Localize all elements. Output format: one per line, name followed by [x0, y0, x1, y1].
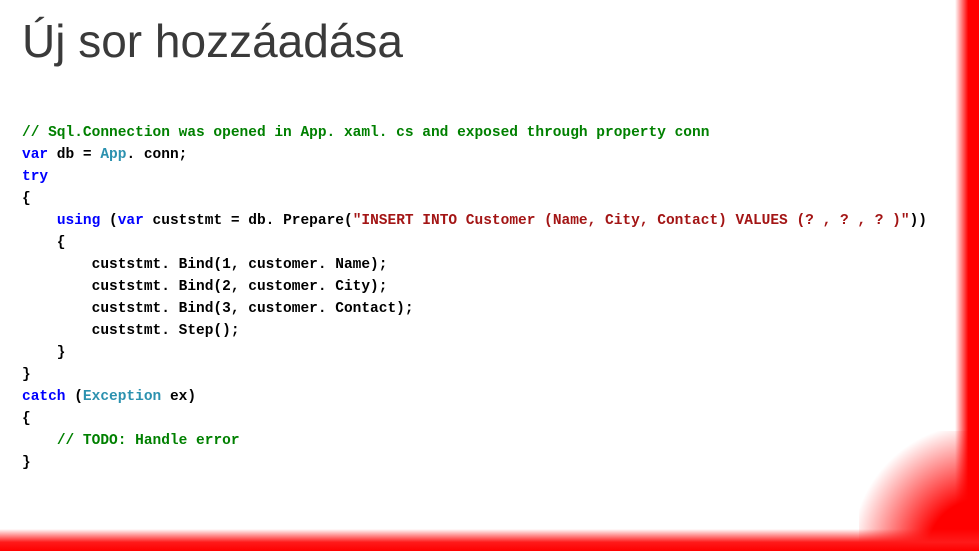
decor-edge-right	[955, 0, 979, 551]
code-keyword: using	[57, 213, 101, 229]
code-brace: {	[22, 411, 31, 427]
code-text: ex)	[161, 389, 196, 405]
code-brace: {	[22, 191, 31, 207]
code-comment: // TODO: Handle error	[57, 433, 240, 449]
code-keyword: catch	[22, 389, 66, 405]
code-text: custstmt. Bind(1, customer. Name);	[22, 257, 387, 273]
code-text: custstmt = db. Prepare(	[144, 213, 353, 229]
slide-title: Új sor hozzáadása	[22, 14, 403, 68]
code-text: custstmt. Bind(3, customer. Contact);	[22, 301, 414, 317]
code-text: custstmt. Step();	[22, 323, 240, 339]
code-keyword: var	[22, 147, 48, 163]
code-text: (	[66, 389, 83, 405]
code-block: // Sql.Connection was opened in App. xam…	[22, 122, 927, 474]
code-text	[22, 433, 57, 449]
code-brace: }	[22, 345, 66, 361]
code-comment: // Sql.Connection was opened in App. xam…	[22, 125, 709, 141]
code-text: ))	[910, 213, 927, 229]
code-text: db =	[48, 147, 100, 163]
code-type: App	[100, 147, 126, 163]
decor-edge-bottom	[0, 529, 979, 551]
code-string: "INSERT INTO Customer (Name, City, Conta…	[353, 213, 910, 229]
code-type: Exception	[83, 389, 161, 405]
code-brace: }	[22, 455, 31, 471]
code-text: (	[100, 213, 117, 229]
code-text	[22, 213, 57, 229]
code-brace: }	[22, 367, 31, 383]
code-keyword: var	[118, 213, 144, 229]
code-text: . conn;	[126, 147, 187, 163]
code-keyword: try	[22, 169, 48, 185]
code-text: custstmt. Bind(2, customer. City);	[22, 279, 387, 295]
code-brace: {	[22, 235, 66, 251]
slide: Új sor hozzáadása // Sql.Connection was …	[0, 0, 979, 551]
